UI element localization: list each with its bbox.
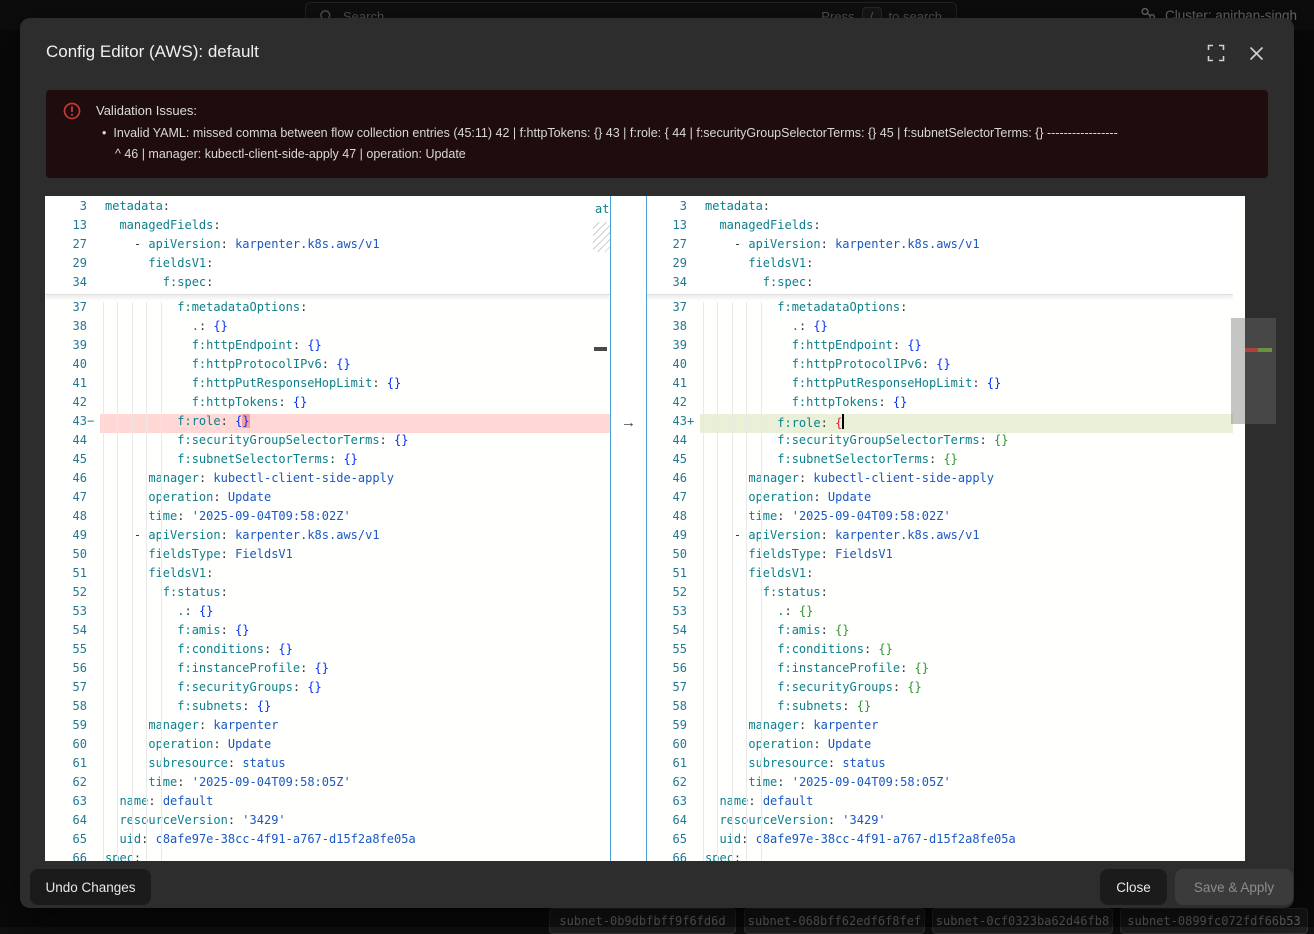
code-line[interactable]: 27 - apiVersion: karpenter.k8s.aws/v1 xyxy=(645,237,1233,256)
code-line[interactable]: 29 fieldsV1: xyxy=(645,256,1233,275)
code-line[interactable]: 47 operation: Update xyxy=(45,490,610,509)
code-line[interactable]: 63 name: default xyxy=(45,794,610,813)
code-line[interactable]: 40 f:httpProtocolIPv6: {} xyxy=(645,357,1233,376)
code-line[interactable]: 50 fieldsType: FieldsV1 xyxy=(645,547,1233,566)
diff-removed-marker xyxy=(1245,348,1258,352)
save-apply-button[interactable]: Save & Apply xyxy=(1175,869,1293,905)
diff-editor[interactable]: 3 metadata:13 managedFields:27 - apiVers… xyxy=(45,196,1233,861)
code-line[interactable]: 53 .: {} xyxy=(45,604,610,623)
code-line[interactable]: 57 f:securityGroups: {} xyxy=(45,680,610,699)
code-line[interactable]: 61 subresource: status xyxy=(45,756,610,775)
code-line[interactable]: 42 f:httpTokens: {} xyxy=(645,395,1233,414)
code-line[interactable]: 3 metadata: xyxy=(645,199,1233,218)
code-line[interactable]: 54 f:amis: {} xyxy=(45,623,610,642)
diff-added-marker xyxy=(1258,348,1272,352)
code-line[interactable]: 13 managedFields: xyxy=(45,218,610,237)
code-line[interactable]: 58 f:subnets: {} xyxy=(45,699,610,718)
code-line[interactable]: 50 fieldsType: FieldsV1 xyxy=(45,547,610,566)
code-line[interactable]: 53 .: {} xyxy=(645,604,1233,623)
close-icon[interactable] xyxy=(1246,43,1266,63)
viewport-marker xyxy=(594,347,607,351)
undo-changes-button[interactable]: Undo Changes xyxy=(30,869,151,905)
code-line[interactable]: 66 spec: xyxy=(45,851,610,861)
clipped-text-fragment: at xyxy=(595,202,609,216)
code-line[interactable]: 43+ f:role: { xyxy=(645,414,1233,433)
code-line[interactable]: 48 time: '2025-09-04T09:58:02Z' xyxy=(645,509,1233,528)
left-overview-ruler: at xyxy=(593,196,610,861)
code-line[interactable]: 61 subresource: status xyxy=(645,756,1233,775)
validation-message: •Invalid YAML: missed comma between flow… xyxy=(102,123,1252,165)
code-line[interactable]: 48 time: '2025-09-04T09:58:02Z' xyxy=(45,509,610,528)
code-line[interactable]: 37 f:metadataOptions: xyxy=(45,300,610,319)
validation-banner: Validation Issues: •Invalid YAML: missed… xyxy=(46,90,1268,178)
code-line[interactable]: 38 .: {} xyxy=(45,319,610,338)
code-line[interactable]: 62 time: '2025-09-04T09:58:05Z' xyxy=(45,775,610,794)
code-line[interactable]: 40 f:httpProtocolIPv6: {} xyxy=(45,357,610,376)
sticky-scroll-right[interactable]: 3 metadata:13 managedFields:27 - apiVers… xyxy=(645,199,1233,295)
code-line[interactable]: 45 f:subnetSelectorTerms: {} xyxy=(645,452,1233,471)
code-line[interactable]: 59 manager: karpenter xyxy=(645,718,1233,737)
modified-pane[interactable]: 3 metadata:13 managedFields:27 - apiVers… xyxy=(645,199,1233,861)
config-editor-dialog: Config Editor (AWS): default Validation … xyxy=(20,18,1294,908)
code-line[interactable]: 51 fieldsV1: xyxy=(645,566,1233,585)
code-line[interactable]: 3 metadata: xyxy=(45,199,610,218)
code-line[interactable]: 65 uid: c8afe97e-38cc-4f91-a767-d15f2a8f… xyxy=(45,832,610,851)
code-line[interactable]: 54 f:amis: {} xyxy=(645,623,1233,642)
code-line[interactable]: 52 f:status: xyxy=(45,585,610,604)
code-line[interactable]: 52 f:status: xyxy=(645,585,1233,604)
code-line[interactable]: 55 f:conditions: {} xyxy=(45,642,610,661)
original-pane[interactable]: 3 metadata:13 managedFields:27 - apiVers… xyxy=(45,199,610,861)
revert-arrow-icon[interactable]: → xyxy=(611,413,646,432)
code-line[interactable]: 55 f:conditions: {} xyxy=(645,642,1233,661)
validation-line1: Invalid YAML: missed comma between flow … xyxy=(113,126,1117,140)
code-line[interactable]: 45 f:subnetSelectorTerms: {} xyxy=(45,452,610,471)
code-line[interactable]: 58 f:subnets: {} xyxy=(645,699,1233,718)
code-line[interactable]: 13 managedFields: xyxy=(645,218,1233,237)
code-line[interactable]: 59 manager: karpenter xyxy=(45,718,610,737)
code-line[interactable]: 60 operation: Update xyxy=(645,737,1233,756)
code-line[interactable]: 62 time: '2025-09-04T09:58:05Z' xyxy=(645,775,1233,794)
code-line[interactable]: 65 uid: c8afe97e-38cc-4f91-a767-d15f2a8f… xyxy=(645,832,1233,851)
code-line[interactable]: 56 f:instanceProfile: {} xyxy=(645,661,1233,680)
scrollbar-slider[interactable] xyxy=(1231,318,1276,424)
code-line[interactable]: 60 operation: Update xyxy=(45,737,610,756)
validation-line2: ^ 46 | manager: kubectl-client-side-appl… xyxy=(102,144,1252,165)
code-line[interactable]: 41 f:httpPutResponseHopLimit: {} xyxy=(645,376,1233,395)
code-line[interactable]: 27 - apiVersion: karpenter.k8s.aws/v1 xyxy=(45,237,610,256)
code-line[interactable]: 51 fieldsV1: xyxy=(45,566,610,585)
code-line[interactable]: 46 manager: kubectl-client-side-apply xyxy=(45,471,610,490)
hidden-region-hatch xyxy=(593,222,610,252)
code-line[interactable]: 49 - apiVersion: karpenter.k8s.aws/v1 xyxy=(645,528,1233,547)
validation-title: Validation Issues: xyxy=(96,103,197,118)
code-line[interactable]: 47 operation: Update xyxy=(645,490,1233,509)
code-line[interactable]: 64 resourceVersion: '3429' xyxy=(45,813,610,832)
code-line[interactable]: 34 f:spec: xyxy=(45,275,610,294)
code-line[interactable]: 63 name: default xyxy=(645,794,1233,813)
code-line[interactable]: 46 manager: kubectl-client-side-apply xyxy=(645,471,1233,490)
diff-gutter: → xyxy=(610,196,647,861)
code-line[interactable]: 66 spec: xyxy=(645,851,1233,861)
code-line[interactable]: 38 .: {} xyxy=(645,319,1233,338)
code-line[interactable]: 44 f:securityGroupSelectorTerms: {} xyxy=(45,433,610,452)
code-line[interactable]: 44 f:securityGroupSelectorTerms: {} xyxy=(645,433,1233,452)
code-line[interactable]: 49 - apiVersion: karpenter.k8s.aws/v1 xyxy=(45,528,610,547)
close-button[interactable]: Close xyxy=(1100,869,1167,905)
dialog-title: Config Editor (AWS): default xyxy=(46,42,259,62)
code-line[interactable]: 37 f:metadataOptions: xyxy=(645,300,1233,319)
sticky-scroll-left[interactable]: 3 metadata:13 managedFields:27 - apiVers… xyxy=(45,199,610,295)
text-cursor xyxy=(842,414,844,429)
code-line[interactable]: 34 f:spec: xyxy=(645,275,1233,294)
code-line[interactable]: 41 f:httpPutResponseHopLimit: {} xyxy=(45,376,610,395)
code-line[interactable]: 43− f:role: {} xyxy=(45,414,610,433)
code-line[interactable]: 57 f:securityGroups: {} xyxy=(645,680,1233,699)
code-line[interactable]: 42 f:httpTokens: {} xyxy=(45,395,610,414)
code-line[interactable]: 39 f:httpEndpoint: {} xyxy=(45,338,610,357)
code-line[interactable]: 29 fieldsV1: xyxy=(45,256,610,275)
code-line[interactable]: 56 f:instanceProfile: {} xyxy=(45,661,610,680)
scrollbar-track[interactable] xyxy=(1233,196,1245,861)
code-line[interactable]: 64 resourceVersion: '3429' xyxy=(645,813,1233,832)
code-line[interactable]: 39 f:httpEndpoint: {} xyxy=(645,338,1233,357)
error-icon xyxy=(63,102,81,125)
fullscreen-button[interactable] xyxy=(1206,43,1226,63)
